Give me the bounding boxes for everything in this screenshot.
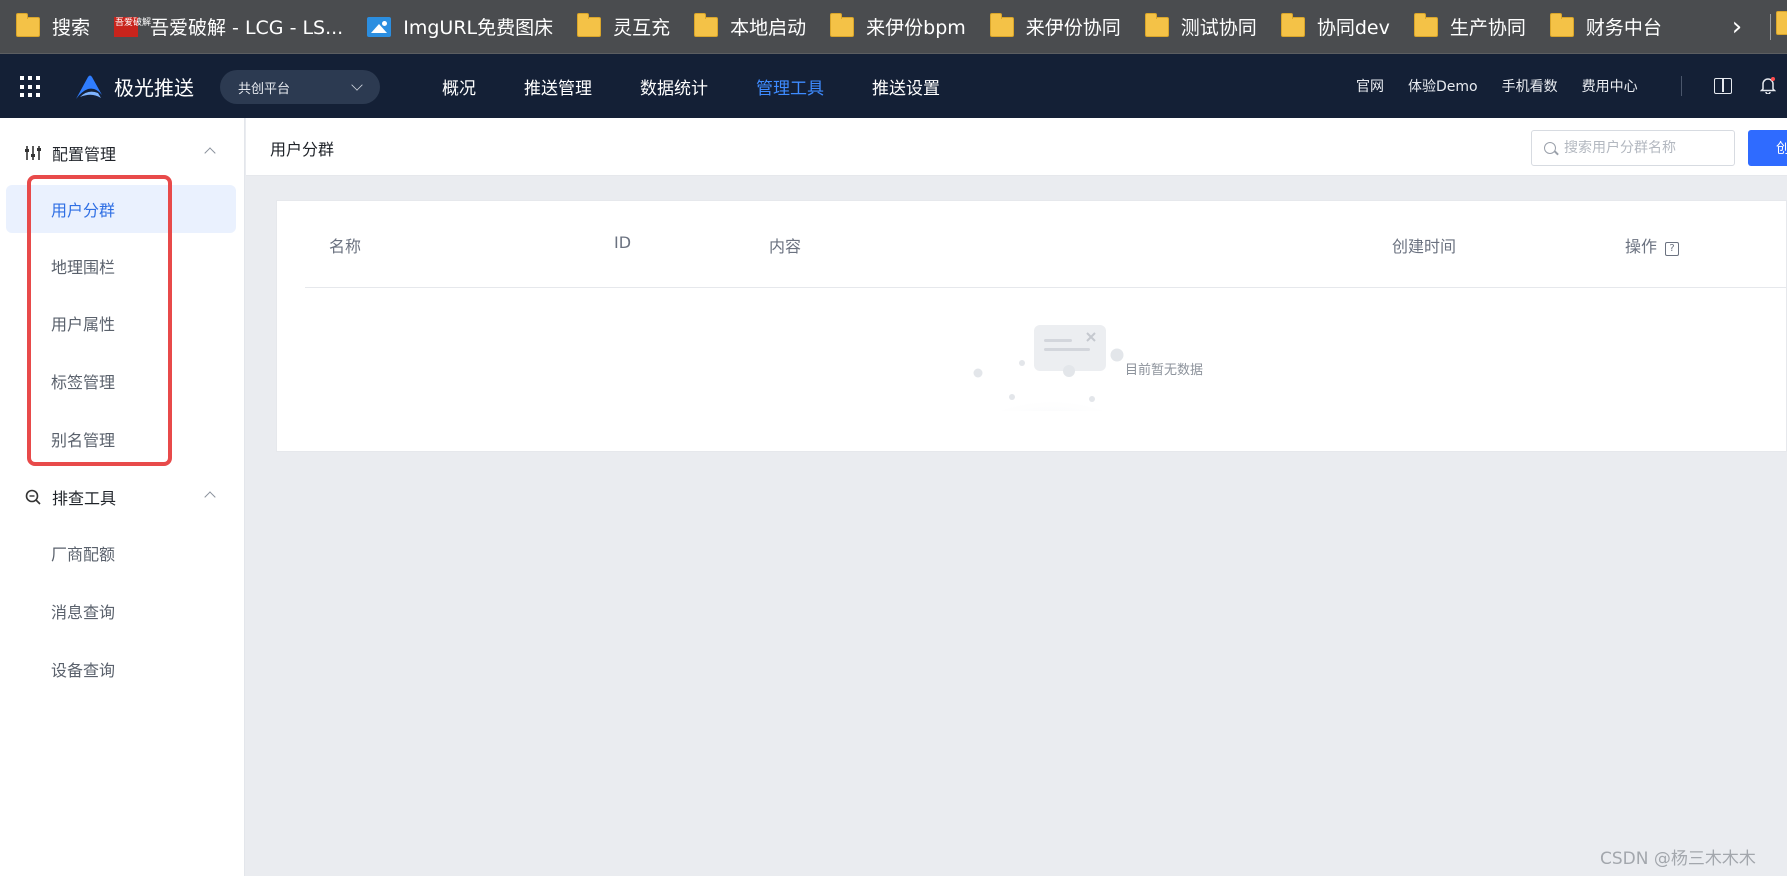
apps-grid-icon[interactable] [20, 76, 42, 98]
sidebar-item-geofence[interactable]: 地理围栏 [6, 242, 236, 290]
menu-management-tools[interactable]: 管理工具 [756, 74, 824, 99]
chevron-up-icon [204, 491, 216, 503]
watermark: CSDN @杨三木木木 [1600, 849, 1756, 869]
chevron-up-icon [204, 147, 216, 159]
sidebar-item-aliases[interactable]: 别名管理 [6, 415, 236, 463]
bookmark-folder[interactable]: 测试协同 [1144, 0, 1257, 54]
column-header-created-time: 创建时间 [1392, 237, 1457, 256]
bookmark-folder[interactable]: 来伊份bpm [830, 0, 966, 54]
bookmark-folder[interactable]: 生产协同 [1413, 0, 1526, 54]
folder-icon[interactable] [1776, 11, 1787, 35]
sidebar-group-config[interactable]: 配置管理 [24, 141, 216, 165]
chevron-right-icon[interactable]: › [1722, 0, 1752, 54]
platform-label: 共创平台 [238, 81, 291, 97]
sidebar-group-title: 配置管理 [52, 145, 117, 164]
menu-push-management[interactable]: 推送管理 [524, 74, 592, 99]
link-billing[interactable]: 费用中心 [1582, 76, 1638, 96]
bell-icon[interactable] [1760, 76, 1776, 94]
folder-icon [830, 12, 855, 37]
link-mobile-data[interactable]: 手机看数 [1502, 76, 1558, 96]
help-icon[interactable]: ? [1665, 242, 1680, 256]
sidebar-item-device-query[interactable]: 设备查询 [6, 645, 236, 693]
search-icon [1544, 142, 1556, 154]
top-nav: 极光推送 共创平台 概况 推送管理 数据统计 管理工具 推送设置 官网 体验De… [0, 54, 1787, 118]
page-title: 用户分群 [270, 140, 335, 159]
bookmark-label: 搜索 [52, 17, 91, 39]
folder-icon [16, 12, 40, 37]
bookmark-folder[interactable]: 来伊份协同 [989, 0, 1121, 54]
bookmark-label: 本地启动 [730, 17, 807, 39]
image-icon [367, 16, 392, 37]
folder-icon [694, 12, 719, 37]
bookmark-label: 测试协同 [1180, 17, 1257, 39]
platform-selector[interactable]: 共创平台 [220, 70, 380, 104]
sidebar-group-title: 排查工具 [52, 489, 117, 508]
bookmark-label: 来伊份协同 [1025, 17, 1121, 39]
jiguang-logo-icon [76, 75, 102, 99]
column-header-name: 名称 [329, 237, 362, 256]
bookmark-folder[interactable]: 财务中台 [1549, 0, 1662, 54]
main-menu: 概况 推送管理 数据统计 管理工具 推送设置 [442, 54, 988, 118]
bookmark-folder[interactable]: 灵互充 [577, 0, 670, 54]
bookmark-label: 协同dev [1316, 17, 1390, 39]
menu-statistics[interactable]: 数据统计 [640, 74, 708, 99]
empty-state-text: 目前暂无数据 [1125, 363, 1204, 378]
sliders-icon [25, 146, 41, 160]
bookmark-label: 生产协同 [1449, 17, 1526, 39]
column-header-actions: 操作? [1625, 233, 1680, 257]
folder-icon [989, 12, 1014, 37]
divider [1770, 14, 1771, 40]
seal-icon: 吾爱破解 [114, 16, 151, 37]
divider [1681, 76, 1682, 96]
create-segment-button[interactable]: 创 [1748, 130, 1787, 166]
folder-icon [1280, 12, 1305, 37]
link-demo[interactable]: 体验Demo [1408, 76, 1478, 96]
bookmark-label: 灵互充 [613, 17, 671, 39]
sidebar-item-user-attributes[interactable]: 用户属性 [6, 299, 236, 347]
bookmarks-bar: 搜索 吾爱破解 吾爱破解 - LCG - LS... ImgURL免费图床 灵互… [0, 0, 1787, 54]
sidebar-item-tags[interactable]: 标签管理 [6, 357, 236, 405]
sidebar-item-message-query[interactable]: 消息查询 [6, 587, 236, 635]
search-field[interactable] [1531, 130, 1735, 166]
menu-overview[interactable]: 概况 [442, 74, 476, 99]
folder-icon [577, 12, 602, 37]
table-header: 名称 ID 内容 创建时间 操作? [305, 201, 1787, 288]
sidebar-item-user-segments[interactable]: 用户分群 [6, 185, 236, 233]
chevron-down-icon [351, 79, 363, 91]
magnifier-icon [25, 489, 41, 505]
search-input[interactable] [1564, 140, 1724, 156]
bookmark-search[interactable]: 搜索 [16, 0, 90, 54]
brand-name: 极光推送 [114, 76, 194, 100]
bookmark-label: 吾爱破解 - LCG - LS... [150, 17, 344, 39]
bookmark-label: ImgURL免费图床 [403, 17, 554, 39]
sidebar-group-troubleshoot[interactable]: 排查工具 [24, 485, 216, 509]
folder-icon [1413, 12, 1438, 37]
bookmark-label: 财务中台 [1585, 17, 1662, 39]
column-header-content: 内容 [769, 237, 802, 256]
sidebar-item-vendor-quota[interactable]: 厂商配额 [6, 529, 236, 577]
column-header-label: 操作 [1625, 237, 1658, 256]
bookmark-label: 来伊份bpm [866, 17, 966, 39]
segments-table-card: 名称 ID 内容 创建时间 操作? 目前暂无数据 [276, 200, 1787, 452]
bookmark-imgurl[interactable]: ImgURL免费图床 [367, 0, 553, 54]
folder-icon [1144, 12, 1169, 37]
bookmark-52pojie[interactable]: 吾爱破解 吾爱破解 - LCG - LS... [114, 0, 343, 54]
utility-links: 官网 体验Demo 手机看数 费用中心 [1356, 54, 1662, 118]
bookmark-folder[interactable]: 协同dev [1280, 0, 1390, 54]
sidebar: 配置管理 用户分群 地理围栏 用户属性 标签管理 别名管理 排查工具 厂商配额 … [0, 118, 245, 876]
content-header: 用户分群 创 [246, 118, 1787, 176]
bookmark-folder[interactable]: 本地启动 [694, 0, 806, 54]
brand-logo[interactable]: 极光推送 [74, 72, 194, 101]
book-icon[interactable] [1714, 78, 1732, 94]
menu-push-settings[interactable]: 推送设置 [872, 74, 940, 99]
folder-icon [1549, 12, 1574, 37]
column-header-id: ID [614, 233, 632, 252]
link-official-site[interactable]: 官网 [1356, 76, 1384, 96]
